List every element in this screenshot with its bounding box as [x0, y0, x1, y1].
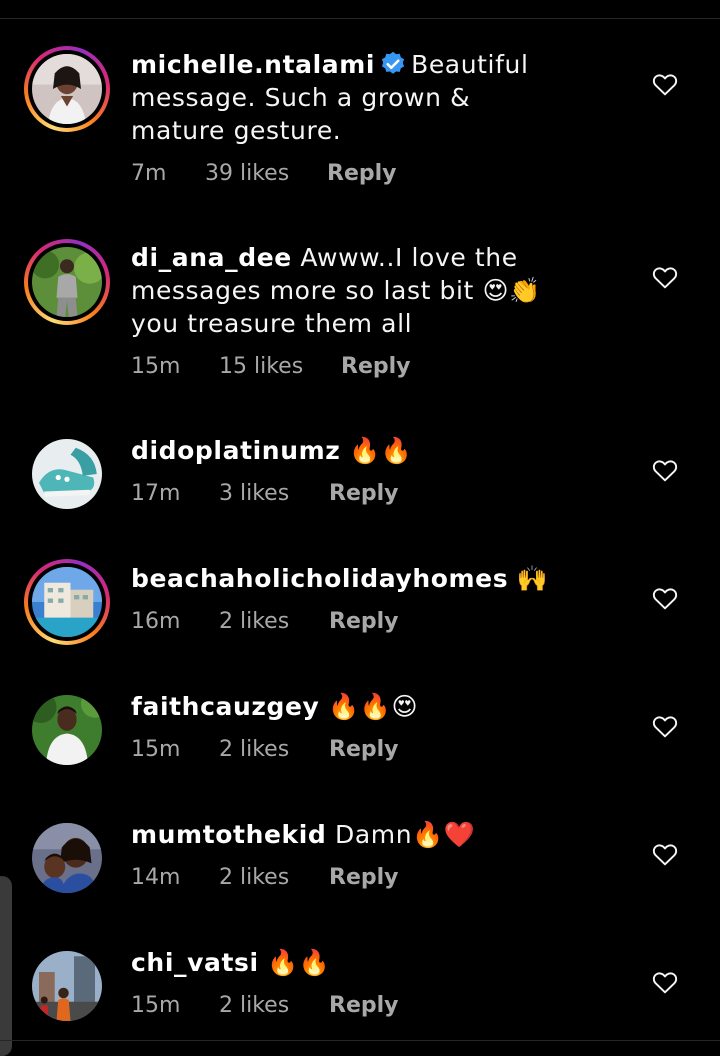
comment-time: 17m	[131, 481, 181, 506]
profile-photo-woman-outdoors-icon	[32, 247, 102, 317]
comment-username[interactable]: beachaholicholidayhomes	[131, 564, 508, 593]
avatar[interactable]	[24, 687, 110, 773]
comment-text: Damn🔥❤️	[334, 820, 476, 849]
comment-meta: 14m 2 likes Reply	[131, 865, 399, 890]
comment-body: beachaholicholidayhomes 🙌	[131, 562, 571, 595]
avatar[interactable]	[24, 239, 110, 325]
comment-text: 🔥🔥😍	[328, 692, 419, 721]
comment-meta: 15m 15 likes Reply	[131, 354, 411, 379]
heart-icon[interactable]	[652, 842, 678, 866]
verified-badge-icon	[381, 51, 405, 74]
reply-button[interactable]: Reply	[329, 737, 399, 762]
comment-body: didoplatinumz 🔥🔥	[131, 434, 571, 467]
profile-photo-building-icon	[32, 567, 102, 637]
comment-time: 14m	[131, 865, 181, 890]
comment-likes[interactable]: 15 likes	[219, 354, 341, 379]
comment-meta: 17m 3 likes Reply	[131, 481, 399, 506]
comment-username[interactable]: chi_vatsi	[131, 948, 259, 977]
avatar[interactable]	[24, 815, 110, 901]
comment-text: 🙌	[516, 564, 549, 593]
reply-button[interactable]: Reply	[327, 161, 397, 186]
comment-body: di_ana_dee Awww..I love the messages mor…	[131, 241, 571, 340]
heart-icon[interactable]	[652, 714, 678, 738]
avatar[interactable]	[24, 559, 110, 645]
comment-likes[interactable]: 2 likes	[219, 993, 329, 1018]
comment-text: 🔥🔥	[348, 436, 413, 465]
bottom-divider	[0, 1040, 720, 1041]
heart-icon[interactable]	[652, 265, 678, 289]
comment-username[interactable]: mumtothekid	[131, 820, 326, 849]
avatar[interactable]	[24, 46, 110, 132]
comment-body: faithcauzgey 🔥🔥😍	[131, 690, 571, 723]
reply-button[interactable]: Reply	[329, 481, 399, 506]
profile-photo-mother-child-icon	[32, 823, 102, 893]
profile-photo-sneakers-icon	[32, 439, 102, 509]
comment-time: 15m	[131, 737, 181, 762]
comment-username[interactable]: di_ana_dee	[131, 243, 292, 272]
reply-button[interactable]: Reply	[329, 993, 399, 1018]
comment-username[interactable]: faithcauzgey	[131, 692, 319, 721]
comment-text: 🔥🔥	[267, 948, 331, 977]
comment-time: 7m	[131, 161, 167, 186]
reply-button[interactable]: Reply	[329, 609, 399, 634]
comment-likes[interactable]: 2 likes	[219, 737, 329, 762]
comment-body: mumtothekid Damn🔥❤️	[131, 818, 571, 851]
comment-likes[interactable]: 3 likes	[219, 481, 329, 506]
comment-time: 15m	[131, 993, 181, 1018]
comment-username[interactable]: didoplatinumz	[131, 436, 340, 465]
reply-button[interactable]: Reply	[341, 354, 411, 379]
profile-photo-person-icon	[32, 695, 102, 765]
comment-body: chi_vatsi 🔥🔥	[131, 946, 571, 979]
comment-meta: 16m 2 likes Reply	[131, 609, 399, 634]
reply-button[interactable]: Reply	[329, 865, 399, 890]
avatar[interactable]	[24, 431, 110, 517]
top-divider	[0, 18, 720, 19]
heart-icon[interactable]	[652, 586, 678, 610]
heart-icon[interactable]	[652, 970, 678, 994]
comment-username[interactable]: michelle.ntalami	[131, 50, 375, 79]
heart-icon[interactable]	[652, 72, 678, 96]
avatar[interactable]	[24, 943, 110, 1029]
profile-photo-woman-icon	[32, 54, 102, 124]
profile-photo-street-icon	[32, 951, 102, 1021]
comment-likes[interactable]: 2 likes	[219, 609, 329, 634]
comment-meta: 15m 2 likes Reply	[131, 737, 399, 762]
comment-likes[interactable]: 39 likes	[205, 161, 327, 186]
heart-icon[interactable]	[652, 458, 678, 482]
comment-body: michelle.ntalami Beautiful message. Such …	[131, 48, 571, 147]
comment-time: 15m	[131, 354, 181, 379]
comment-meta: 7m 39 likes Reply	[131, 161, 397, 186]
comment-time: 16m	[131, 609, 181, 634]
comment-meta: 15m 2 likes Reply	[131, 993, 399, 1018]
comment-likes[interactable]: 2 likes	[219, 865, 329, 890]
scroll-handle[interactable]	[0, 876, 12, 1056]
